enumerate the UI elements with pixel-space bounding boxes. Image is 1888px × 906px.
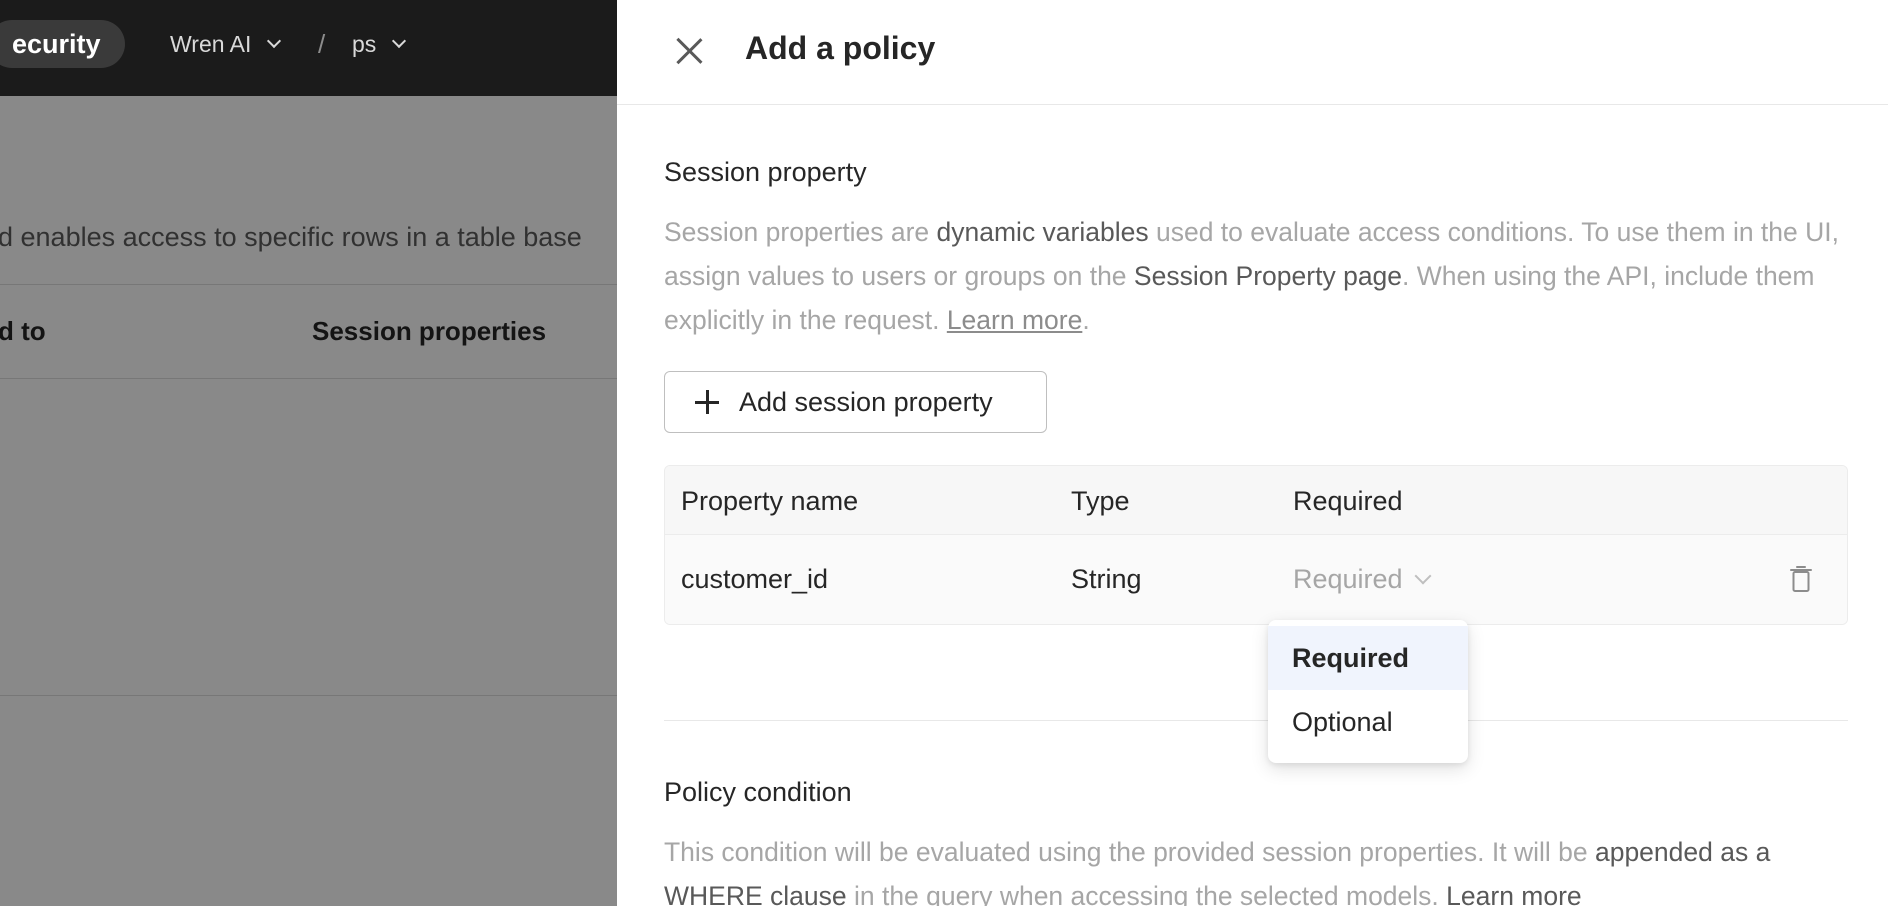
session-property-table: Property name Type Required customer_id … [664,465,1848,625]
learn-more-link[interactable]: Learn more [947,305,1083,335]
desc-text: This condition will be evaluated using t… [664,837,1595,867]
drawer-title: Add a policy [745,30,936,66]
breadcrumb-separator: / [318,29,326,59]
project-name: ps [352,31,377,57]
desc-highlight: Session Property page [1133,261,1403,291]
column-header-property-name: Property name [681,486,859,516]
org-name: Wren AI [170,31,252,57]
chevron-down-icon [392,33,407,49]
project-selector[interactable]: ps [352,26,407,62]
policy-condition-description: This condition will be evaluated using t… [664,830,1854,906]
option-optional[interactable]: Optional [1268,690,1468,754]
desc-text: in the query when accessing the selected… [846,881,1447,906]
desc-text: Session properties are [664,217,937,247]
add-session-property-button[interactable]: Add session property [664,371,1047,433]
desc-text: . [1082,305,1090,335]
session-property-heading: Session property [664,157,867,187]
column-header-type: Type [1071,486,1130,516]
column-header-required: Required [1293,486,1403,516]
add-policy-drawer: Add a policy Session property Session pr… [617,0,1888,906]
required-select[interactable]: Required [1293,564,1432,595]
table-row: customer_id String Required [665,535,1847,624]
required-dropdown-menu: Required Optional [1268,620,1468,763]
property-type-cell: String [1071,564,1142,594]
section-divider [664,720,1848,721]
top-navbar: ecurity Wren AI / ps [0,0,617,96]
nav-tab-security[interactable]: ecurity [0,20,125,68]
modal-overlay-mask[interactable] [0,96,617,906]
required-select-value: Required [1293,564,1403,594]
org-selector[interactable]: Wren AI [170,26,282,62]
add-session-property-label: Add session property [739,386,993,417]
property-name-cell: customer_id [681,564,829,594]
session-property-description: Session properties are dynamic variables… [664,210,1854,342]
plus-icon [695,390,719,414]
trash-icon[interactable] [1789,565,1813,593]
chevron-down-icon [1414,567,1432,584]
chevron-down-icon [267,33,282,49]
policy-condition-heading: Policy condition [664,777,852,807]
drawer-header: Add a policy [617,0,1888,105]
option-required[interactable]: Required [1268,626,1468,690]
table-header: Property name Type Required [665,466,1847,535]
close-icon[interactable] [671,32,707,68]
desc-highlight: dynamic variables [936,217,1149,247]
learn-more-link[interactable]: Learn more [1446,881,1582,906]
